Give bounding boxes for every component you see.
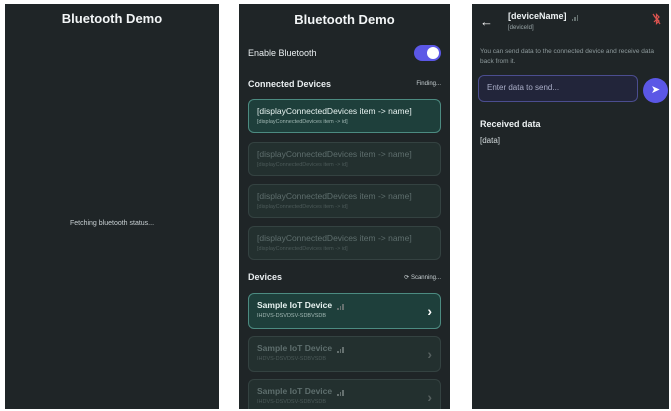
device-name: Sample IoT Device [257,386,333,396]
bluetooth-off-icon-glyph [652,13,661,25]
device-name: Sample IoT Device [257,343,333,353]
device-id: IHDVS-DSVDSV-SDBVSDB [257,356,327,362]
connected-devices-header: Connected Devices Finding... [248,79,441,89]
device-name-header: [deviceName] [508,11,579,21]
device-id: IHDVS-DSVDSV-SDBVSDB [257,399,327,405]
chevron-right-icon: › [427,303,432,319]
loading-status: Fetching bluetooth status... [69,220,155,227]
connected-device-item[interactable]: [displayConnectedDevices item -> name] [… [248,142,441,176]
connected-device-name: [displayConnectedDevices item -> name] [257,106,412,116]
connected-device-id: [displayConnectedDevices item -> id] [257,246,348,252]
refresh-icon: ⟳ [404,274,410,281]
connected-device-name: [displayConnectedDevices item -> name] [257,233,412,243]
device-name: Sample IoT Device [257,300,333,310]
chevron-right-icon: › [427,346,432,362]
screen-loading: Bluetooth Demo Fetching bluetooth status… [5,4,219,409]
signal-icon [571,11,580,21]
connected-device-id: [displayConnectedDevices item -> id] [257,204,348,210]
connected-device-name: [displayConnectedDevices item -> name] [257,191,412,201]
signal-icon [337,300,345,310]
received-data-title: Received data [480,119,541,129]
screen-device-detail: ← [deviceName] [deviceId] You can send d… [472,4,669,409]
device-item[interactable]: Sample IoT Device IHDVS-DSVDSV-SDBVSDB › [248,336,441,372]
device-item[interactable]: Sample IoT Device IHDVS-DSVDSV-SDBVSDB › [248,293,441,329]
devices-header: Devices ⟳ Scanning... [248,272,441,282]
signal-icon [337,386,345,396]
app-title: Bluetooth Demo [294,12,395,27]
chevron-right-icon: › [427,389,432,405]
description-text: You can send data to the connected devic… [480,48,654,65]
device-id: IHDVS-DSVDSV-SDBVSDB [257,313,327,319]
connected-device-name: [displayConnectedDevices item -> name] [257,149,412,159]
send-button[interactable]: ➤ [643,78,668,103]
bluetooth-off-icon[interactable] [652,13,661,28]
connected-device-id: [displayConnectedDevices item -> id] [257,162,348,168]
device-item[interactable]: Sample IoT Device IHDVS-DSVDSV-SDBVSDB › [248,379,441,409]
connected-device-item[interactable]: [displayConnectedDevices item -> name] [… [248,184,441,218]
enable-bluetooth-row: Enable Bluetooth [248,45,441,61]
connected-device-item[interactable]: [displayConnectedDevices item -> name] [… [248,226,441,260]
connected-device-item[interactable]: [displayConnectedDevices item -> name] [… [248,99,441,133]
connected-devices-status: Finding... [416,81,441,87]
send-icon: ➤ [650,84,661,96]
connected-devices-title: Connected Devices [248,79,332,89]
devices-status: ⟳ Scanning... [404,274,441,281]
toggle-knob [427,47,439,59]
send-data-input[interactable]: Enter data to send... [478,75,638,102]
received-data-value: [data] [480,136,501,145]
app-title: Bluetooth Demo [61,11,163,26]
enable-bluetooth-label: Enable Bluetooth [248,48,317,58]
screen-device-list: Bluetooth Demo Enable Bluetooth Connecte… [239,4,450,409]
connected-device-id: [displayConnectedDevices item -> id] [257,119,348,125]
back-arrow-icon[interactable]: ← [480,14,493,29]
devices-title: Devices [248,272,283,282]
enable-bluetooth-toggle[interactable] [414,45,441,61]
device-id-header: [deviceId] [508,25,534,31]
signal-icon [337,343,345,353]
